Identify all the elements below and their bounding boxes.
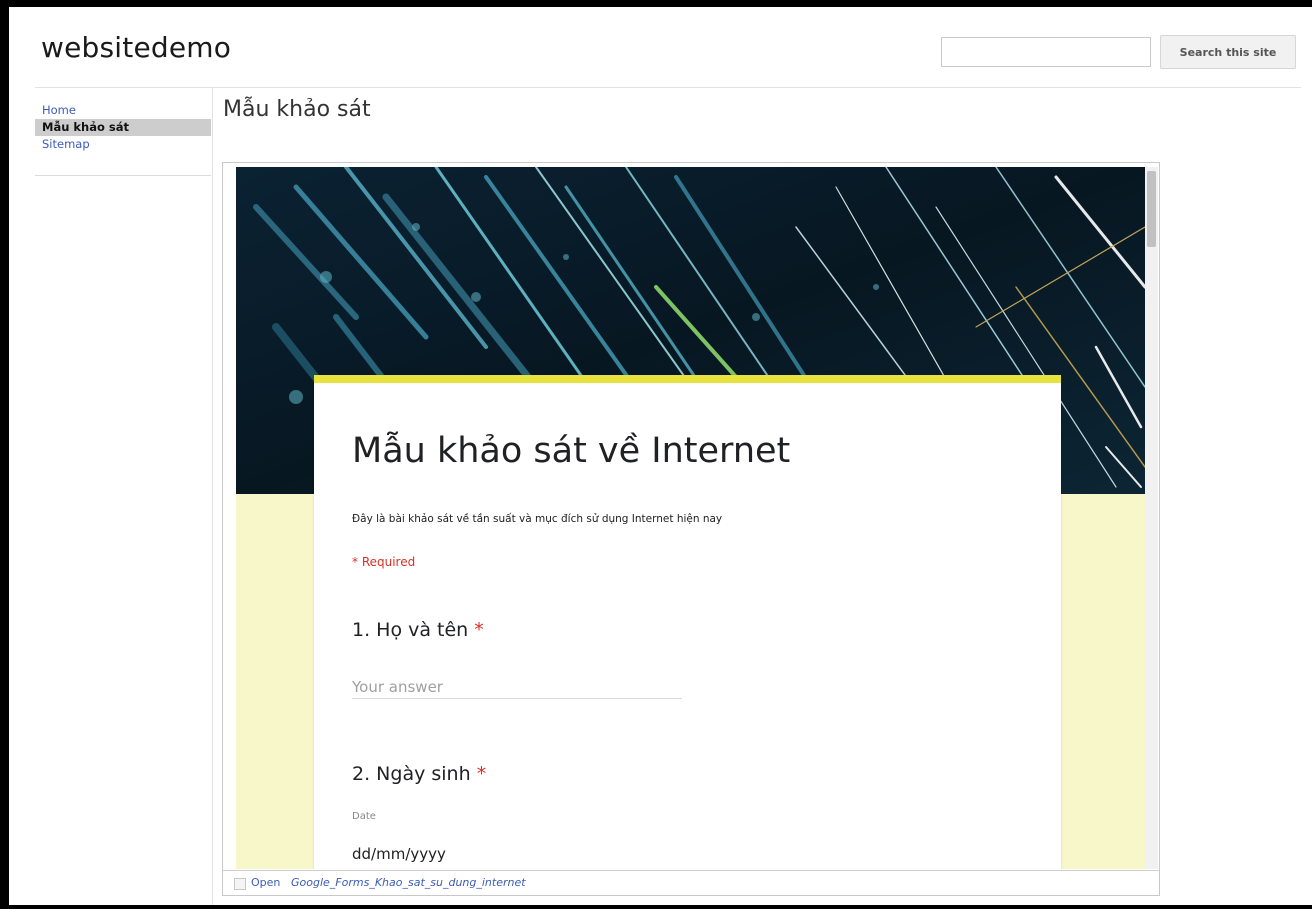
form-title: Mẫu khảo sát về Internet [352, 431, 791, 471]
form-description: Đây là bài khảo sát về tần suất và mục đ… [352, 513, 723, 525]
sidebar-item-mau-khao-sat[interactable]: Mẫu khảo sát [35, 119, 211, 136]
header-divider [35, 87, 1301, 88]
sidebar-item-home[interactable]: Home [35, 102, 211, 119]
page-title: Mẫu khảo sát [223, 97, 371, 122]
sidebar-item-sitemap[interactable]: Sitemap [35, 136, 211, 153]
date-caption: Date [352, 811, 376, 822]
birth-date-input[interactable] [352, 841, 572, 867]
open-link[interactable]: Open [251, 876, 280, 889]
sidebar-divider [35, 175, 211, 176]
question-full-name-label: 1. Họ và tên * [352, 619, 484, 641]
embed-scrollbar-track[interactable] [1145, 167, 1158, 869]
question-birth-date-text: 2. Ngày sinh [352, 763, 471, 785]
form-card: Mẫu khảo sát về Internet Đây là bài khảo… [314, 375, 1061, 869]
window-frame-top [0, 0, 1312, 7]
embedded-form-frame: Mẫu khảo sát về Internet Đây là bài khảo… [222, 162, 1160, 896]
required-asterisk: * [474, 619, 484, 641]
sidebar-nav: Home Mẫu khảo sát Sitemap [35, 102, 211, 153]
window-frame-left [0, 0, 9, 909]
required-note: * Required [352, 555, 416, 569]
file-icon [234, 878, 246, 890]
full-name-input[interactable] [352, 675, 682, 699]
search-input[interactable] [941, 37, 1151, 67]
embed-footer: Open Google_Forms_Khao_sat_su_dung_inter… [223, 870, 1159, 895]
window-frame-bottom [0, 905, 1312, 909]
site-page: websitedemo Search this site Home Mẫu kh… [9, 7, 1312, 905]
question-full-name-text: 1. Họ và tên [352, 619, 469, 641]
search-button[interactable]: Search this site [1160, 35, 1296, 69]
embedded-form-viewport[interactable]: Mẫu khảo sát về Internet Đây là bài khảo… [236, 167, 1145, 869]
required-asterisk: * [476, 763, 487, 785]
site-title[interactable]: websitedemo [41, 31, 231, 64]
google-forms-file-link[interactable]: Google_Forms_Khao_sat_su_dung_internet [291, 876, 526, 889]
question-birth-date-label: 2. Ngày sinh * [352, 763, 486, 785]
content-divider [212, 88, 213, 905]
embed-scrollbar-thumb[interactable] [1147, 171, 1156, 247]
